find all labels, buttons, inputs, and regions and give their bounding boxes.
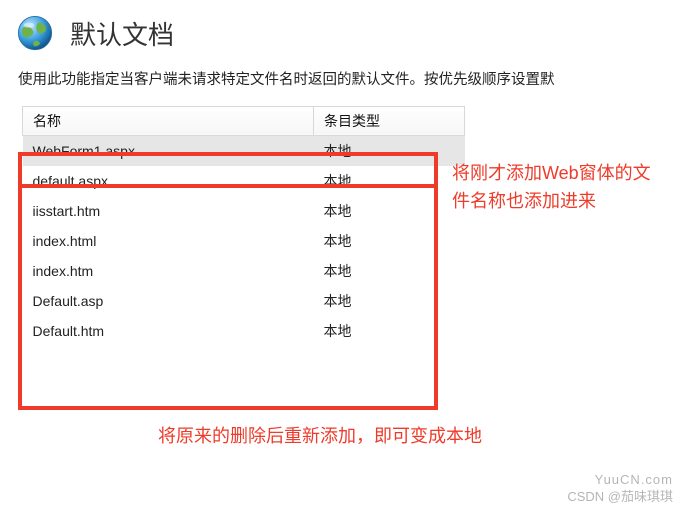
cell-type: 本地 bbox=[314, 256, 465, 286]
watermark-line2: CSDN @茄味琪琪 bbox=[567, 489, 673, 506]
table-row[interactable]: WebForm1.aspx 本地 bbox=[23, 135, 465, 166]
annotation-bottom: 将原来的删除后重新添加，即可变成本地 bbox=[158, 423, 658, 451]
cell-type: 本地 bbox=[314, 196, 465, 226]
table-row[interactable]: iisstart.htm 本地 bbox=[23, 196, 465, 226]
cell-type: 本地 bbox=[314, 226, 465, 256]
globe-icon bbox=[14, 12, 56, 54]
table-row[interactable]: Default.htm 本地 bbox=[23, 316, 465, 346]
page-title: 默认文档 bbox=[70, 15, 174, 52]
page-header: 默认文档 bbox=[0, 0, 679, 64]
cell-name: index.html bbox=[23, 226, 314, 256]
cell-name: iisstart.htm bbox=[23, 196, 314, 226]
cell-name: Default.htm bbox=[23, 316, 314, 346]
cell-name: Default.asp bbox=[23, 286, 314, 316]
default-documents-table-wrap: 名称 条目类型 WebForm1.aspx 本地 default.aspx 本地… bbox=[22, 106, 679, 346]
watermark-line1: YuuCN.com bbox=[567, 472, 673, 489]
page-description: 使用此功能指定当客户端未请求特定文件名时返回的默认文件。按优先级顺序设置默 bbox=[0, 64, 679, 106]
default-documents-table[interactable]: 名称 条目类型 WebForm1.aspx 本地 default.aspx 本地… bbox=[22, 106, 465, 346]
table-row[interactable]: Default.asp 本地 bbox=[23, 286, 465, 316]
cell-name: index.htm bbox=[23, 256, 314, 286]
cell-type: 本地 bbox=[314, 286, 465, 316]
watermark: YuuCN.com CSDN @茄味琪琪 bbox=[567, 472, 673, 506]
column-header-type[interactable]: 条目类型 bbox=[314, 106, 465, 135]
table-row[interactable]: default.aspx 本地 bbox=[23, 166, 465, 196]
cell-type: 本地 bbox=[314, 316, 465, 346]
column-header-name[interactable]: 名称 bbox=[23, 106, 314, 135]
table-row[interactable]: index.html 本地 bbox=[23, 226, 465, 256]
cell-name: WebForm1.aspx bbox=[23, 135, 314, 166]
cell-type: 本地 bbox=[314, 166, 465, 196]
table-row[interactable]: index.htm 本地 bbox=[23, 256, 465, 286]
cell-type: 本地 bbox=[314, 135, 465, 166]
annotation-right: 将刚才添加Web窗体的文件名称也添加进来 bbox=[452, 160, 662, 216]
cell-name: default.aspx bbox=[23, 166, 314, 196]
table-header-row: 名称 条目类型 bbox=[23, 106, 465, 135]
